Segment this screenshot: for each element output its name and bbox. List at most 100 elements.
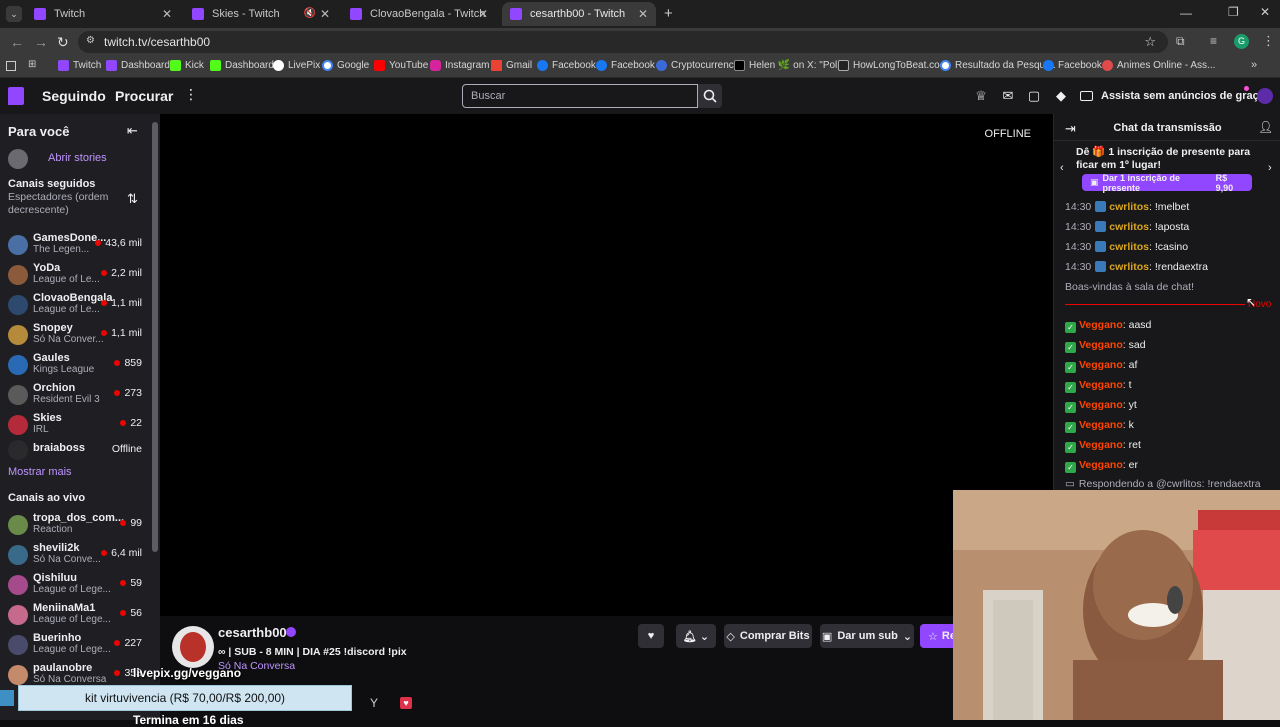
offline-channel[interactable]: braiaboss Offline [0, 440, 150, 460]
search-button[interactable] [698, 84, 722, 108]
close-tab-icon[interactable]: ✕ [162, 7, 172, 21]
chat-username[interactable]: cwrlitos [1109, 201, 1149, 213]
tab-list-menu-icon[interactable]: ⌄ [6, 6, 22, 22]
bookmark-item[interactable]: Gmail [491, 60, 532, 71]
sidebar-channel-item[interactable]: shevili2k Só Na Conve... 6,4 mil [0, 542, 150, 572]
buy-bits-button[interactable]: ◇ Comprar Bits [724, 624, 812, 648]
sidebar-scrollbar[interactable] [152, 122, 158, 552]
restore-icon[interactable]: ❐ [1228, 5, 1239, 19]
url-field[interactable]: ⚙ twitch.tv/cesarthb00 ☆ [78, 31, 1168, 53]
apps-grid-icon[interactable]: ⊞ [28, 59, 36, 70]
chat-username[interactable]: Veggano [1079, 319, 1123, 331]
reload-icon[interactable]: ↻ [57, 34, 69, 51]
profile-avatar-icon[interactable]: G [1234, 34, 1249, 49]
forward-icon[interactable]: → [34, 34, 48, 50]
chat-username[interactable]: cwrlitos [1109, 261, 1149, 273]
sidebar-channel-item[interactable]: tropa_dos_com... Reaction 99 [0, 512, 150, 542]
chat-message[interactable]: ✓ Veggano: er [1065, 459, 1138, 473]
chat-username[interactable]: Veggano [1079, 339, 1123, 351]
chat-username[interactable]: cwrlitos [1109, 241, 1149, 253]
ad-free-promo-button[interactable]: Assista sem anúncios de graça [1080, 86, 1265, 106]
chat-username[interactable]: cwrlitos [1109, 221, 1149, 233]
close-window-icon[interactable]: ✕ [1260, 5, 1270, 19]
gift-sub-chat-button[interactable]: ▣ Dar 1 inscrição de presente R$ 9,90 [1082, 173, 1252, 193]
bookmark-item[interactable]: Facebook [596, 60, 655, 71]
sidebar-channel-item[interactable]: GamesDone... The Legen... 43,6 mil [0, 232, 150, 262]
muted-icon[interactable]: 🔇 [304, 8, 316, 19]
sidebar-channel-item[interactable]: Snopey Só Na Conver... 1,1 mil [0, 322, 150, 352]
media-controls-icon[interactable]: ≡ [1210, 34, 1217, 48]
bookmark-item[interactable]: Dashboard [106, 60, 170, 71]
close-tab-icon[interactable]: ✕ [638, 7, 648, 21]
bookmark-item[interactable]: Cryptocurrency [656, 60, 739, 71]
browser-tab[interactable]: Skies - Twitch 🔇 ✕ [184, 2, 338, 26]
bookmark-item[interactable]: Facebook [1043, 60, 1102, 71]
chat-message[interactable]: 14:30 cwrlitos: !rendaextra [1065, 261, 1208, 273]
collapse-sidebar-icon[interactable]: ⇤ [127, 123, 138, 139]
chat-username[interactable]: Veggano [1079, 399, 1123, 411]
chat-message[interactable]: ✓ Veggano: af [1065, 359, 1137, 373]
chat-message[interactable]: ✓ Veggano: sad [1065, 339, 1146, 353]
chat-message[interactable]: ✓ Veggano: ret [1065, 439, 1141, 453]
chat-message[interactable]: 14:30 cwrlitos: !aposta [1065, 221, 1189, 233]
open-stories-link[interactable]: Abrir stories [48, 152, 107, 164]
bookmark-item[interactable]: HowLongToBeat.co... [838, 60, 948, 71]
browser-menu-icon[interactable]: ⋮ [1262, 33, 1275, 49]
bookmark-item[interactable]: Google [322, 60, 369, 71]
chat-username[interactable]: Veggano [1079, 379, 1123, 391]
bookmark-item[interactable]: Instagram [430, 60, 489, 71]
sidebar-channel-item[interactable]: Skies IRL 22 [0, 412, 150, 442]
bits-icon[interactable]: ◆ [1053, 88, 1069, 104]
chat-message[interactable]: ✓ Veggano: aasd [1065, 319, 1151, 333]
chat-message[interactable]: 14:30 cwrlitos: !melbet [1065, 201, 1189, 213]
sidebar-channel-item[interactable]: Buerinho League of Lege... 227 [0, 632, 150, 662]
bookmark-item[interactable]: LivePix [273, 60, 320, 71]
channel-name[interactable]: cesarthb00 [218, 625, 287, 640]
video-player[interactable]: OFFLINE [160, 114, 1053, 616]
chat-username[interactable]: Veggano [1079, 459, 1123, 471]
sort-toggle-icon[interactable]: ⇅ [127, 191, 138, 207]
more-bookmarks-icon[interactable]: » [1251, 59, 1257, 71]
sidebar-channel-item[interactable]: YoDa League of Le... 2,2 mil [0, 262, 150, 292]
prime-crown-icon[interactable]: ♕ [973, 88, 989, 104]
extensions-icon[interactable]: ⧉ [1176, 34, 1185, 49]
bookmark-item[interactable]: Helen 🌿 on X: "Pol... [734, 60, 846, 71]
site-info-icon[interactable]: ⚙ [86, 35, 95, 46]
nav-browse[interactable]: Procurar [115, 88, 173, 104]
chat-message[interactable]: ✓ Veggano: yt [1065, 399, 1137, 413]
browser-tab-active[interactable]: cesarthb00 - Twitch ✕ [502, 2, 656, 26]
close-tab-icon[interactable]: ✕ [320, 7, 330, 21]
sidebar-panel-icon[interactable] [6, 61, 16, 71]
bookmark-item[interactable]: Twitch [58, 60, 101, 71]
chat-users-icon[interactable]: 👤︎ [1258, 120, 1273, 134]
sidebar-channel-item[interactable]: Qishiluu League of Lege... 59 [0, 572, 150, 602]
browser-tab[interactable]: Twitch ✕ [26, 2, 180, 26]
sidebar-channel-item[interactable]: Gaules Kings League 859 [0, 352, 150, 382]
bookmark-item[interactable]: Facebook [537, 60, 596, 71]
bookmark-item[interactable]: Animes Online - Ass... [1102, 60, 1215, 71]
bookmark-item[interactable]: YouTube [374, 60, 428, 71]
sidebar-channel-item[interactable]: MeniinaMa1 League of Lege... 56 [0, 602, 150, 632]
back-icon[interactable]: ← [10, 34, 24, 50]
gift-sub-button[interactable]: ▣ Dar um sub ⌄ [820, 624, 914, 648]
whispers-icon[interactable]: ▢ [1026, 88, 1042, 104]
browser-tab[interactable]: ClovaoBengala - Twitch ✕ [342, 2, 496, 26]
new-tab-button[interactable]: + [664, 5, 673, 22]
inbox-icon[interactable]: ✉ [1000, 88, 1016, 104]
chat-username[interactable]: Veggano [1079, 419, 1123, 431]
search-input[interactable]: Buscar [462, 84, 698, 108]
user-avatar[interactable] [1257, 88, 1273, 104]
bookmark-item[interactable]: Kick [170, 60, 204, 71]
chat-username[interactable]: Veggano [1079, 439, 1123, 451]
close-tab-icon[interactable]: ✕ [478, 7, 488, 21]
twitch-logo-icon[interactable] [8, 87, 24, 105]
gift-prev-icon[interactable]: ‹ [1060, 162, 1064, 174]
bookmark-star-icon[interactable]: ☆ [1144, 34, 1156, 50]
chat-message[interactable]: ✓ Veggano: t [1065, 379, 1132, 393]
follow-heart-button[interactable]: ♥ [638, 624, 664, 648]
chat-message[interactable]: 14:30 cwrlitos: !casino [1065, 241, 1188, 253]
stories-avatar[interactable] [8, 149, 28, 169]
sidebar-channel-item[interactable]: ClovaoBengala League of Le... 1,1 mil [0, 292, 150, 322]
gift-next-icon[interactable]: › [1268, 162, 1272, 174]
more-menu-icon[interactable]: ⋮ [184, 86, 198, 103]
